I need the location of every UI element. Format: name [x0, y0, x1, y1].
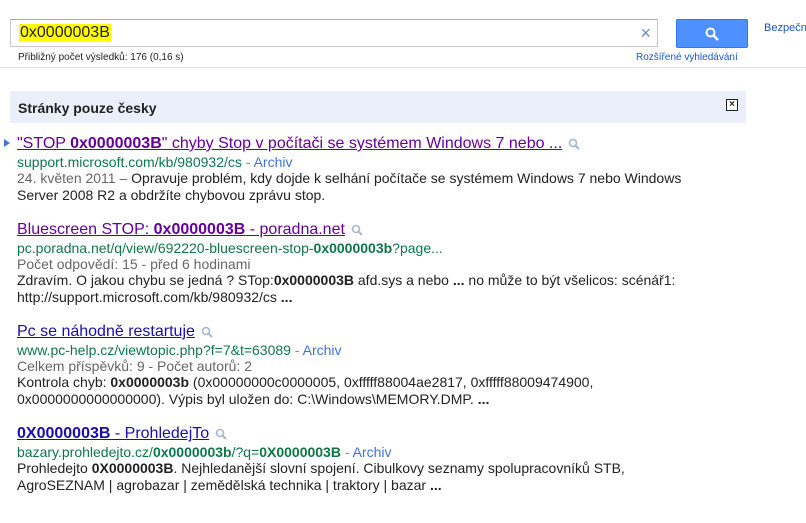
language-filter-bar: Stránky pouze česky × — [10, 91, 746, 123]
preview-magnifier-icon[interactable] — [201, 326, 213, 338]
cache-link[interactable]: Archiv — [303, 342, 342, 358]
result-snippet: Kontrola chyb: 0x0000003b (0x00000000c00… — [17, 374, 594, 407]
advanced-search-link[interactable]: Rozšířené vyhledávání — [636, 52, 738, 63]
result-arrow-icon — [4, 139, 10, 147]
search-result: 0X0000003B - ProhledejTo bazary.prohlede… — [17, 424, 777, 494]
result-title-link[interactable]: 0X0000003B - ProhledejTo — [17, 424, 777, 444]
filter-title: Stránky pouze česky — [18, 100, 157, 116]
result-url: www.pc-help.cz/viewtopic.php?f=7&t=63089… — [17, 342, 342, 358]
result-meta: Počet odpovědí: 15 - před 6 hodinami — [17, 256, 251, 272]
search-query-text: 0x0000003B — [19, 24, 111, 42]
search-input[interactable]: 0x0000003B × — [10, 19, 658, 47]
search-result: Bluescreen STOP: 0x0000003B - poradna.ne… — [17, 220, 777, 306]
result-url: support.microsoft.com/kb/980932/cs - Arc… — [17, 154, 293, 170]
preview-magnifier-icon[interactable] — [568, 138, 580, 150]
preview-magnifier-icon[interactable] — [351, 224, 363, 236]
result-snippet: Zdravím. O jakou chybu se jedná ? STop:0… — [17, 272, 676, 305]
clear-search-icon[interactable]: × — [640, 23, 651, 43]
results-list: "STOP 0x0000003B" chyby Stop v počítači … — [4, 134, 777, 510]
preview-magnifier-icon[interactable] — [215, 428, 227, 440]
result-title-link[interactable]: "STOP 0x0000003B" chyby Stop v počítači … — [17, 134, 777, 154]
result-meta: Celkem příspěvků: 9 - Počet autorů: 2 — [17, 358, 252, 374]
search-result: "STOP 0x0000003B" chyby Stop v počítači … — [4, 134, 777, 204]
result-url: bazary.prohledejto.cz/0x0000003b/?q=0X00… — [17, 444, 392, 460]
result-title-link[interactable]: Pc se náhodně restartuje — [17, 322, 777, 342]
result-snippet: 24. květen 2011 – Opravuje problém, kdy … — [17, 170, 682, 203]
result-title-link[interactable]: Bluescreen STOP: 0x0000003B - poradna.ne… — [17, 220, 777, 240]
close-filter-icon[interactable]: × — [726, 99, 738, 111]
cache-link[interactable]: Archiv — [353, 444, 392, 460]
search-icon — [705, 27, 719, 41]
cache-link[interactable]: Archiv — [254, 154, 293, 170]
result-stats: Přibližný počet výsledků: 176 (0,16 s) — [18, 52, 184, 63]
result-url: pc.poradna.net/q/view/692220-bluescreen-… — [17, 240, 443, 256]
header-divider — [0, 67, 806, 68]
search-button[interactable] — [676, 19, 748, 48]
result-snippet: Prohledejto 0X0000003B. Nejhledanější sl… — [17, 460, 625, 493]
search-result: Pc se náhodně restartuje www.pc-help.cz/… — [17, 322, 777, 408]
safesearch-link[interactable]: Bezpečné — [764, 22, 806, 34]
